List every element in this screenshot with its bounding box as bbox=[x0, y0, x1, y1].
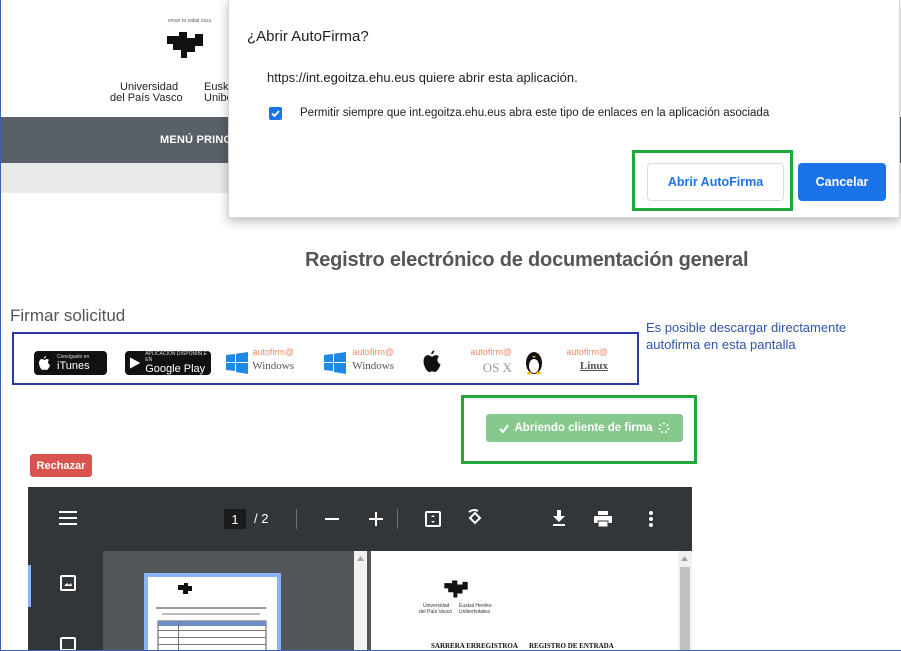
highlight-opening-button bbox=[461, 395, 697, 464]
reject-button[interactable]: Rechazar bbox=[30, 454, 92, 477]
page-total: / 2 bbox=[254, 511, 269, 526]
zoom-in-icon[interactable] bbox=[369, 512, 383, 526]
autofirma-os-label: Windows bbox=[352, 360, 394, 372]
annotation-note: Es posible descargar directamente autofi… bbox=[646, 320, 847, 352]
autofirma-os-label: OS X bbox=[482, 360, 512, 375]
google-play-badge-small: APLICACIÓN DISPONIBLE EN bbox=[145, 351, 207, 363]
apple-icon bbox=[39, 355, 50, 370]
sidebar-active-indicator bbox=[28, 565, 31, 607]
windows-icon bbox=[324, 352, 346, 374]
screen: eman ta zabal zazu Universidad del País … bbox=[0, 0, 901, 651]
cancel-button[interactable]: Cancelar bbox=[798, 163, 886, 201]
tux-icon bbox=[526, 352, 542, 375]
pdf-page: Universidad del País Vasco Euskal Herrik… bbox=[371, 551, 678, 651]
zoom-out-icon[interactable] bbox=[325, 518, 339, 520]
toolbar-divider bbox=[296, 509, 297, 529]
page-number-input[interactable]: 1 bbox=[224, 509, 246, 529]
thumbnail-content bbox=[156, 583, 267, 651]
autofirma-windows-32-link[interactable]: autofirm@ Windows bbox=[226, 347, 294, 377]
doc-title-eu: SARRERA ERREGISTROA bbox=[431, 642, 518, 650]
always-allow-checkbox[interactable] bbox=[269, 107, 282, 120]
autofirma-brand: autofirm@ bbox=[470, 347, 512, 357]
thumbnails-icon[interactable] bbox=[60, 575, 76, 591]
scroll-up-icon[interactable] bbox=[357, 556, 364, 561]
autofirma-brand: autofirm@ bbox=[252, 347, 294, 357]
autofirma-brand: autofirm@ bbox=[566, 347, 608, 357]
play-icon bbox=[129, 357, 141, 369]
doc-logo-text: Unibertsitatea bbox=[459, 609, 490, 615]
page-title: Registro electrónico de documentación ge… bbox=[305, 249, 749, 271]
page-thumbnail[interactable] bbox=[144, 573, 281, 651]
rotate-icon[interactable] bbox=[466, 509, 484, 527]
itunes-badge-label: iTunes bbox=[57, 360, 90, 372]
always-allow-label[interactable]: Permitir siempre que int.egoitza.ehu.eus… bbox=[300, 107, 769, 119]
scroll-up-icon[interactable] bbox=[681, 556, 688, 561]
fit-page-icon[interactable] bbox=[425, 511, 441, 527]
doc-title-es: REGISTRO DE ENTRADA bbox=[529, 642, 614, 650]
autofirma-os-label: Linux bbox=[579, 360, 608, 372]
autofirma-osx-link[interactable]: autofirm@ OS X bbox=[422, 347, 512, 377]
download-badges-box: Consíguelo en iTunes APLICACIÓN DISPONIB… bbox=[12, 332, 639, 385]
apple-icon bbox=[423, 350, 441, 372]
google-play-badge-label: Google Play bbox=[145, 363, 206, 375]
highlight-open-button bbox=[632, 150, 793, 211]
autofirma-brand: autofirm@ bbox=[352, 347, 394, 357]
dialog-title: ¿Abrir AutoFirma? bbox=[247, 28, 369, 45]
pdf-viewer: 1 / 2 Universidad del País Vasco Euskal … bbox=[28, 487, 692, 651]
university-emblem-icon bbox=[167, 32, 203, 58]
scroll-thumb[interactable] bbox=[680, 567, 690, 651]
pdf-toolbar: 1 / 2 bbox=[28, 487, 692, 551]
logo-motto: eman ta zabal zazu bbox=[168, 18, 212, 24]
page-scrollbar[interactable] bbox=[678, 551, 692, 651]
autofirma-os-label: Windows bbox=[252, 360, 294, 372]
document-emblem-icon bbox=[444, 580, 468, 598]
section-heading: Firmar solicitud bbox=[10, 306, 126, 325]
logo-text-es-2: del País Vasco bbox=[110, 92, 183, 104]
windows-icon bbox=[226, 352, 248, 374]
university-logo: eman ta zabal zazu Universidad del País … bbox=[100, 12, 240, 112]
autofirma-windows-64-link[interactable]: autofirm@ Windows bbox=[324, 347, 394, 377]
google-play-badge[interactable]: APLICACIÓN DISPONIBLE EN Google Play bbox=[125, 351, 211, 375]
autofirma-linux-link[interactable]: autofirm@ Linux bbox=[524, 347, 608, 377]
open-app-dialog: ¿Abrir AutoFirma? https://int.egoitza.eh… bbox=[228, 0, 900, 218]
download-icon[interactable] bbox=[552, 510, 566, 526]
checkmark-icon bbox=[271, 110, 280, 118]
dialog-message: https://int.egoitza.ehu.eus quiere abrir… bbox=[267, 70, 578, 85]
outline-icon[interactable] bbox=[60, 637, 76, 651]
menu-icon[interactable] bbox=[59, 511, 77, 525]
toolbar-divider bbox=[397, 509, 398, 529]
thumbnail-scrollbar[interactable] bbox=[354, 551, 367, 651]
doc-logo-text: del País Vasco bbox=[419, 609, 452, 615]
more-options-icon[interactable] bbox=[649, 511, 653, 527]
print-icon[interactable] bbox=[594, 511, 612, 527]
itunes-badge[interactable]: Consíguelo en iTunes bbox=[34, 351, 107, 375]
pdf-sidebar bbox=[28, 551, 103, 651]
nav-item-main-menu[interactable]: MENÚ PRINC bbox=[160, 134, 232, 146]
